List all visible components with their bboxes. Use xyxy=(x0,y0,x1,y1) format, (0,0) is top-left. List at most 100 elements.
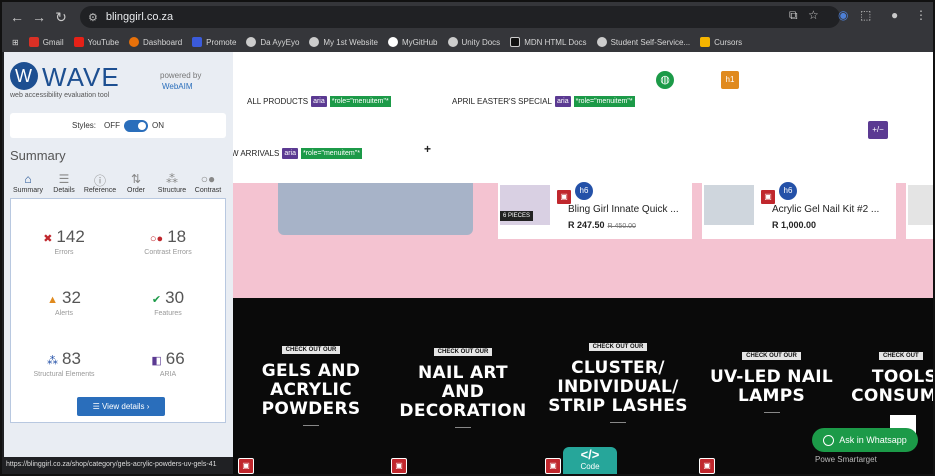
category-tools-consumables[interactable]: CHECK OUT TOOLS CONSUM xyxy=(851,344,933,406)
bookmark-youtube[interactable]: YouTube xyxy=(73,37,119,47)
bookmark-gmail[interactable]: Gmail xyxy=(28,37,64,47)
back-icon[interactable]: ← xyxy=(6,9,28,25)
youtube-icon xyxy=(73,37,84,47)
stat-alerts[interactable]: ▲ 32 Alerts xyxy=(19,288,109,317)
site-info-icon[interactable]: ⚙ xyxy=(88,11,98,24)
category-nail-art[interactable]: CHECK OUT OUR NAIL ART AND DECORATION xyxy=(398,340,528,428)
image-alert-icon: ▣ xyxy=(238,458,254,474)
tab-order[interactable]: ⇅ Order xyxy=(118,170,154,198)
styles-off-label: OFF xyxy=(104,121,120,130)
tab-reference[interactable]: ⓘ Reference xyxy=(82,170,118,198)
forward-icon[interactable]: → xyxy=(28,9,50,25)
stat-features[interactable]: ✔ 30 Features xyxy=(123,288,213,317)
browser-toolbar: ← → ↻ ⚙ blinggirl.co.za ⧉ ☆ ◉ ⬚ ● ⋮ xyxy=(2,2,933,32)
aria-badge: aria xyxy=(282,148,298,159)
product-card[interactable]: 6 PIECES Bling Girl Innate Quick ... R 2… xyxy=(498,183,692,239)
wave-extension-icon[interactable]: ◉ xyxy=(838,8,848,22)
product-card[interactable] xyxy=(906,183,933,239)
apps-icon[interactable]: ⊞ xyxy=(12,38,19,47)
bookmark-mygithub[interactable]: MyGitHub xyxy=(387,37,438,47)
role-annotation: *role="menuitem"* xyxy=(329,96,391,107)
tab-structure[interactable]: ⁂ Structure xyxy=(154,170,190,198)
info-icon: ⓘ xyxy=(93,174,106,188)
address-bar[interactable]: ⚙ blinggirl.co.za xyxy=(80,6,840,28)
wave-logo-icon: W xyxy=(10,62,38,90)
website-content: ALL PRODUCTS aria *role="menuitem"* APRI… xyxy=(233,52,933,474)
styles-toggle[interactable] xyxy=(124,119,148,132)
gmail-icon xyxy=(28,37,39,47)
cursors-icon xyxy=(700,37,711,47)
menu-item-all-products[interactable]: ALL PRODUCTS aria *role="menuitem"* xyxy=(247,96,391,107)
reload-icon[interactable]: ↻ xyxy=(50,9,72,26)
bookmark-da-ayyeyo[interactable]: Da AyyEyo xyxy=(246,37,299,47)
menu-kebab-icon[interactable]: ⋮ xyxy=(915,8,927,22)
toggle-expand-badge: +/− xyxy=(868,121,888,139)
github-icon xyxy=(387,37,398,47)
stat-aria[interactable]: ◧ 66 ARIA xyxy=(123,349,213,378)
bookmark-dashboard[interactable]: Dashboard xyxy=(129,37,182,47)
page-scroll-edge xyxy=(921,52,933,183)
image-alert-icon: ▣ xyxy=(391,458,407,474)
aria-icon: ◧ xyxy=(151,355,162,367)
aria-badge: aria xyxy=(554,96,571,107)
bookmark-mdn-html-docs[interactable]: MDN HTML Docs xyxy=(510,37,587,47)
category-gels-acrylic[interactable]: CHECK OUT OUR GELS AND ACRYLIC POWDERS xyxy=(251,338,371,426)
stat-structural-elements[interactable]: ⁂ 83 Structural Elements xyxy=(19,349,109,378)
summary-panel: ✖ 142 Errors ○● 18 Contrast Errors ▲ 32 Ale… xyxy=(10,198,226,423)
structure-icon: ⁂ xyxy=(166,172,178,186)
extensions-icon[interactable]: ⬚ xyxy=(860,8,871,22)
alert-icon: ▲ xyxy=(47,294,58,306)
view-details-button[interactable]: ☰ View details › xyxy=(77,397,165,416)
language-globe-icon[interactable]: ◍ xyxy=(656,71,674,89)
product-name[interactable]: Bling Girl Innate Quick ... xyxy=(568,204,679,215)
contrast-error-icon: ○● xyxy=(149,233,164,245)
menu-item-new-arrivals[interactable]: W ARRIVALS aria *role="menuitem"* xyxy=(233,148,362,159)
stat-contrast-errors[interactable]: ○● 18 Contrast Errors xyxy=(123,227,213,256)
role-annotation: *role="menuitem"* xyxy=(301,148,362,159)
stat-errors[interactable]: ✖ 142 Errors xyxy=(19,227,109,256)
tab-summary[interactable]: ⌂ Summary xyxy=(10,170,46,198)
smartarget-credit: Powe Smartarget xyxy=(815,455,877,464)
wave-header: W WAVE web accessibility evaluation tool … xyxy=(4,52,233,104)
product-name[interactable]: Acrylic Gel Nail Kit #2 ... xyxy=(772,204,879,215)
list-icon: ☰ xyxy=(92,402,102,411)
webaim-link[interactable]: WebAIM xyxy=(162,82,193,91)
bookmarks-bar: ⊞ Gmail YouTube Dashboard Promote Da Ayy… xyxy=(2,32,933,52)
bookmark-cursors[interactable]: Cursors xyxy=(700,37,742,47)
tab-details[interactable]: ☰ Details xyxy=(46,170,82,198)
address-url: blinggirl.co.za xyxy=(105,11,174,23)
image-alert-icon: ▣ xyxy=(545,458,561,474)
browser-window: ← → ↻ ⚙ blinggirl.co.za ⧉ ☆ ◉ ⬚ ● ⋮ ⊞ Gm… xyxy=(0,0,935,476)
menu-item-april-easter-special[interactable]: APRIL EASTER'S SPECIAL aria *role="menui… xyxy=(452,96,635,107)
expand-plus-icon[interactable]: + xyxy=(424,142,431,156)
install-icon[interactable]: ⧉ xyxy=(789,8,798,23)
tab-contrast[interactable]: ○● Contrast xyxy=(190,170,226,198)
feature-check-icon: ✔ xyxy=(151,294,162,306)
category-lashes[interactable]: CHECK OUT OUR CLUSTER/ INDIVIDUAL/ STRIP… xyxy=(543,335,693,423)
bookmark-star-icon[interactable]: ☆ xyxy=(808,8,819,22)
role-annotation: *role="menuitem"* xyxy=(573,96,635,107)
product-card[interactable]: Acrylic Gel Nail Kit #2 ... R 1,000.00 xyxy=(702,183,896,239)
bookmark-my-1st-website[interactable]: My 1st Website xyxy=(309,37,378,47)
list-icon: ☰ xyxy=(58,172,70,186)
profile-avatar-icon[interactable]: ● xyxy=(891,8,898,22)
bookmark-promote[interactable]: Promote xyxy=(192,37,236,47)
bookmark-unity-docs[interactable]: Unity Docs xyxy=(447,37,500,47)
product-thumbnail xyxy=(908,185,933,225)
h6-heading-badge: h6 xyxy=(779,182,797,200)
promote-icon xyxy=(192,37,203,47)
dashboard-icon xyxy=(129,37,140,47)
hero-model-image xyxy=(278,183,473,235)
wave-code-button[interactable]: </> Code xyxy=(563,447,617,474)
h6-heading-badge: h6 xyxy=(575,182,593,200)
image-alert-icon: ▣ xyxy=(699,458,715,474)
wave-logo: W WAVE xyxy=(10,62,120,93)
category-uv-led-lamps[interactable]: CHECK OUT OUR UV-LED NAIL LAMPS xyxy=(709,344,834,413)
summary-heading: Summary xyxy=(10,148,66,163)
image-alert-icon: ▣ xyxy=(556,189,572,205)
wave-panel: W WAVE web accessibility evaluation tool … xyxy=(4,52,233,457)
contrast-icon: ○● xyxy=(200,172,216,186)
product-price: R 247.50 R 450.00 xyxy=(568,220,636,230)
bookmark-student-self-service[interactable]: Student Self-Service... xyxy=(596,37,690,47)
whatsapp-chat-button[interactable]: Ask in Whatsapp xyxy=(812,428,918,452)
